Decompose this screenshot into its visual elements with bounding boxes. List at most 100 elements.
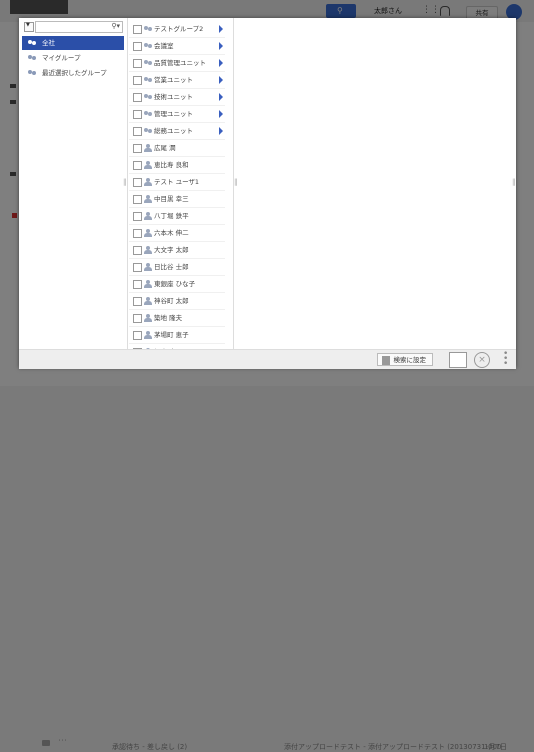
more-options-icon[interactable]: • • •	[503, 350, 508, 369]
user-row[interactable]: 八丁堀 鉄平	[129, 209, 233, 223]
select-checkbox[interactable]	[133, 25, 142, 34]
user-name: テスト ユーザ1	[154, 178, 200, 186]
subgroup-label: テストグループ2	[154, 25, 204, 33]
select-checkbox[interactable]	[133, 280, 142, 289]
row-divider	[129, 122, 225, 123]
select-checkbox[interactable]	[133, 59, 142, 68]
expand-arrow-icon[interactable]	[219, 42, 223, 50]
more-icon[interactable]: ⋯	[58, 736, 67, 746]
user-row[interactable]: 築地 隆夫	[129, 311, 233, 325]
subgroup-row[interactable]: 会議室	[129, 39, 233, 53]
splitter-handle[interactable]: ‖	[512, 178, 516, 186]
user-name: 八丁堀 鉄平	[154, 212, 189, 220]
expand-arrow-icon[interactable]	[219, 76, 223, 84]
select-checkbox[interactable]	[133, 93, 142, 102]
close-button[interactable]: ×	[474, 352, 490, 368]
user-name: 恵比寿 良和	[154, 161, 189, 169]
expand-arrow-icon[interactable]	[219, 59, 223, 67]
search-icon[interactable]: ⚲▾	[111, 22, 120, 30]
group-icon	[144, 110, 152, 118]
user-icon	[144, 263, 152, 271]
subgroup-row[interactable]: 品質管理ユニット	[129, 56, 233, 70]
document-icon	[382, 356, 390, 365]
select-checkbox[interactable]	[133, 314, 142, 323]
select-checkbox[interactable]	[133, 229, 142, 238]
select-checkbox[interactable]	[133, 76, 142, 85]
group-icon	[144, 127, 152, 135]
select-checkbox[interactable]	[133, 263, 142, 272]
expand-arrow-icon[interactable]	[219, 25, 223, 33]
chat-icon[interactable]	[42, 740, 50, 746]
group-tree-label: マイグループ	[42, 54, 81, 62]
select-checkbox[interactable]	[133, 195, 142, 204]
subgroup-label: 総務ユニット	[154, 127, 193, 135]
row-divider	[129, 105, 225, 106]
subgroup-row[interactable]: テストグループ2	[129, 22, 233, 36]
subgroup-label: 管理ユニット	[154, 110, 193, 118]
group-icon	[144, 42, 152, 50]
select-checkbox[interactable]	[133, 110, 142, 119]
group-icon	[144, 93, 152, 101]
user-row[interactable]: 日比谷 士郎	[129, 260, 233, 274]
user-row[interactable]: 東銀座 ひな子	[129, 277, 233, 291]
user-row[interactable]: 六本木 伸二	[129, 226, 233, 240]
row-divider	[129, 241, 225, 242]
expand-arrow-icon[interactable]	[219, 110, 223, 118]
row-divider	[129, 224, 225, 225]
user-icon	[144, 246, 152, 254]
select-checkbox[interactable]	[133, 178, 142, 187]
user-icon	[144, 212, 152, 220]
group-icon	[144, 76, 152, 84]
user-name: 大文字 太郎	[154, 246, 189, 254]
apply-to-search-button[interactable]: 検索に設定	[377, 353, 433, 366]
group-icon	[144, 25, 152, 33]
group-tree-item[interactable]: 全社	[22, 36, 124, 50]
chevron-down-icon: ▼	[26, 22, 30, 28]
select-checkbox[interactable]	[133, 144, 142, 153]
member-list-pane: テストグループ2 会議室品質管理ユニット営業ユニット 技術ユニット 管理ユニット 総務ユ…	[129, 18, 234, 349]
group-tree-item[interactable]: 最近選択したグループ	[22, 66, 124, 80]
user-icon	[144, 161, 152, 169]
user-row[interactable]: 神谷町 太郎	[129, 294, 233, 308]
user-row[interactable]: テスト ユーザ1	[129, 175, 233, 189]
group-tree-label: 全社	[42, 39, 55, 47]
group-tree-item[interactable]: マイグループ	[22, 51, 124, 65]
select-checkbox[interactable]	[133, 212, 142, 221]
group-icon	[28, 70, 36, 76]
subgroup-label: 会議室	[154, 42, 174, 50]
user-row[interactable]: 茅場町 恵子	[129, 328, 233, 342]
user-name: 広尾 潤	[154, 144, 176, 152]
group-filter-dropdown[interactable]: ▼	[24, 22, 34, 32]
select-checkbox[interactable]	[133, 297, 142, 306]
user-selection-dialog: ▼ ⚲▾ 全社マイグループ最近選択したグループ ‖ テストグループ2 会議室品質管…	[19, 18, 516, 369]
group-icon	[144, 59, 152, 67]
subgroup-row[interactable]: 管理ユニット	[129, 107, 233, 121]
layout-toggle-button[interactable]	[449, 352, 467, 368]
select-checkbox[interactable]	[133, 42, 142, 51]
user-row[interactable]: 広尾 潤	[129, 141, 233, 155]
user-row[interactable]: 大文字 太郎	[129, 243, 233, 257]
subgroup-row[interactable]: 営業ユニット	[129, 73, 233, 87]
expand-arrow-icon[interactable]	[219, 127, 223, 135]
user-icon	[144, 229, 152, 237]
select-checkbox[interactable]	[133, 127, 142, 136]
row-divider	[129, 309, 225, 310]
select-checkbox[interactable]	[133, 331, 142, 340]
subgroup-row[interactable]: 技術ユニット	[129, 90, 233, 104]
subgroup-row[interactable]: 総務ユニット	[129, 124, 233, 138]
expand-arrow-icon[interactable]	[219, 93, 223, 101]
subgroup-label: 営業ユニット	[154, 76, 193, 84]
row-divider	[129, 37, 225, 38]
user-row[interactable]: 中目黒 幸三	[129, 192, 233, 206]
user-row[interactable]: 恵比寿 良和	[129, 158, 233, 172]
row-divider	[129, 88, 225, 89]
group-tree-label: 最近選択したグループ	[42, 69, 107, 77]
select-checkbox[interactable]	[133, 161, 142, 170]
select-checkbox[interactable]	[133, 246, 142, 255]
group-tree-pane: ▼ ⚲▾ 全社マイグループ最近選択したグループ	[19, 18, 128, 349]
splitter-handle[interactable]: ‖	[123, 178, 127, 186]
group-search-input[interactable]: ⚲▾	[35, 21, 123, 33]
message-subject: 添付アップロードテスト - 添付アップロードテスト (20130731-000	[284, 743, 502, 751]
subgroup-label: 技術ユニット	[154, 93, 193, 101]
splitter-handle[interactable]: ‖	[234, 178, 238, 186]
